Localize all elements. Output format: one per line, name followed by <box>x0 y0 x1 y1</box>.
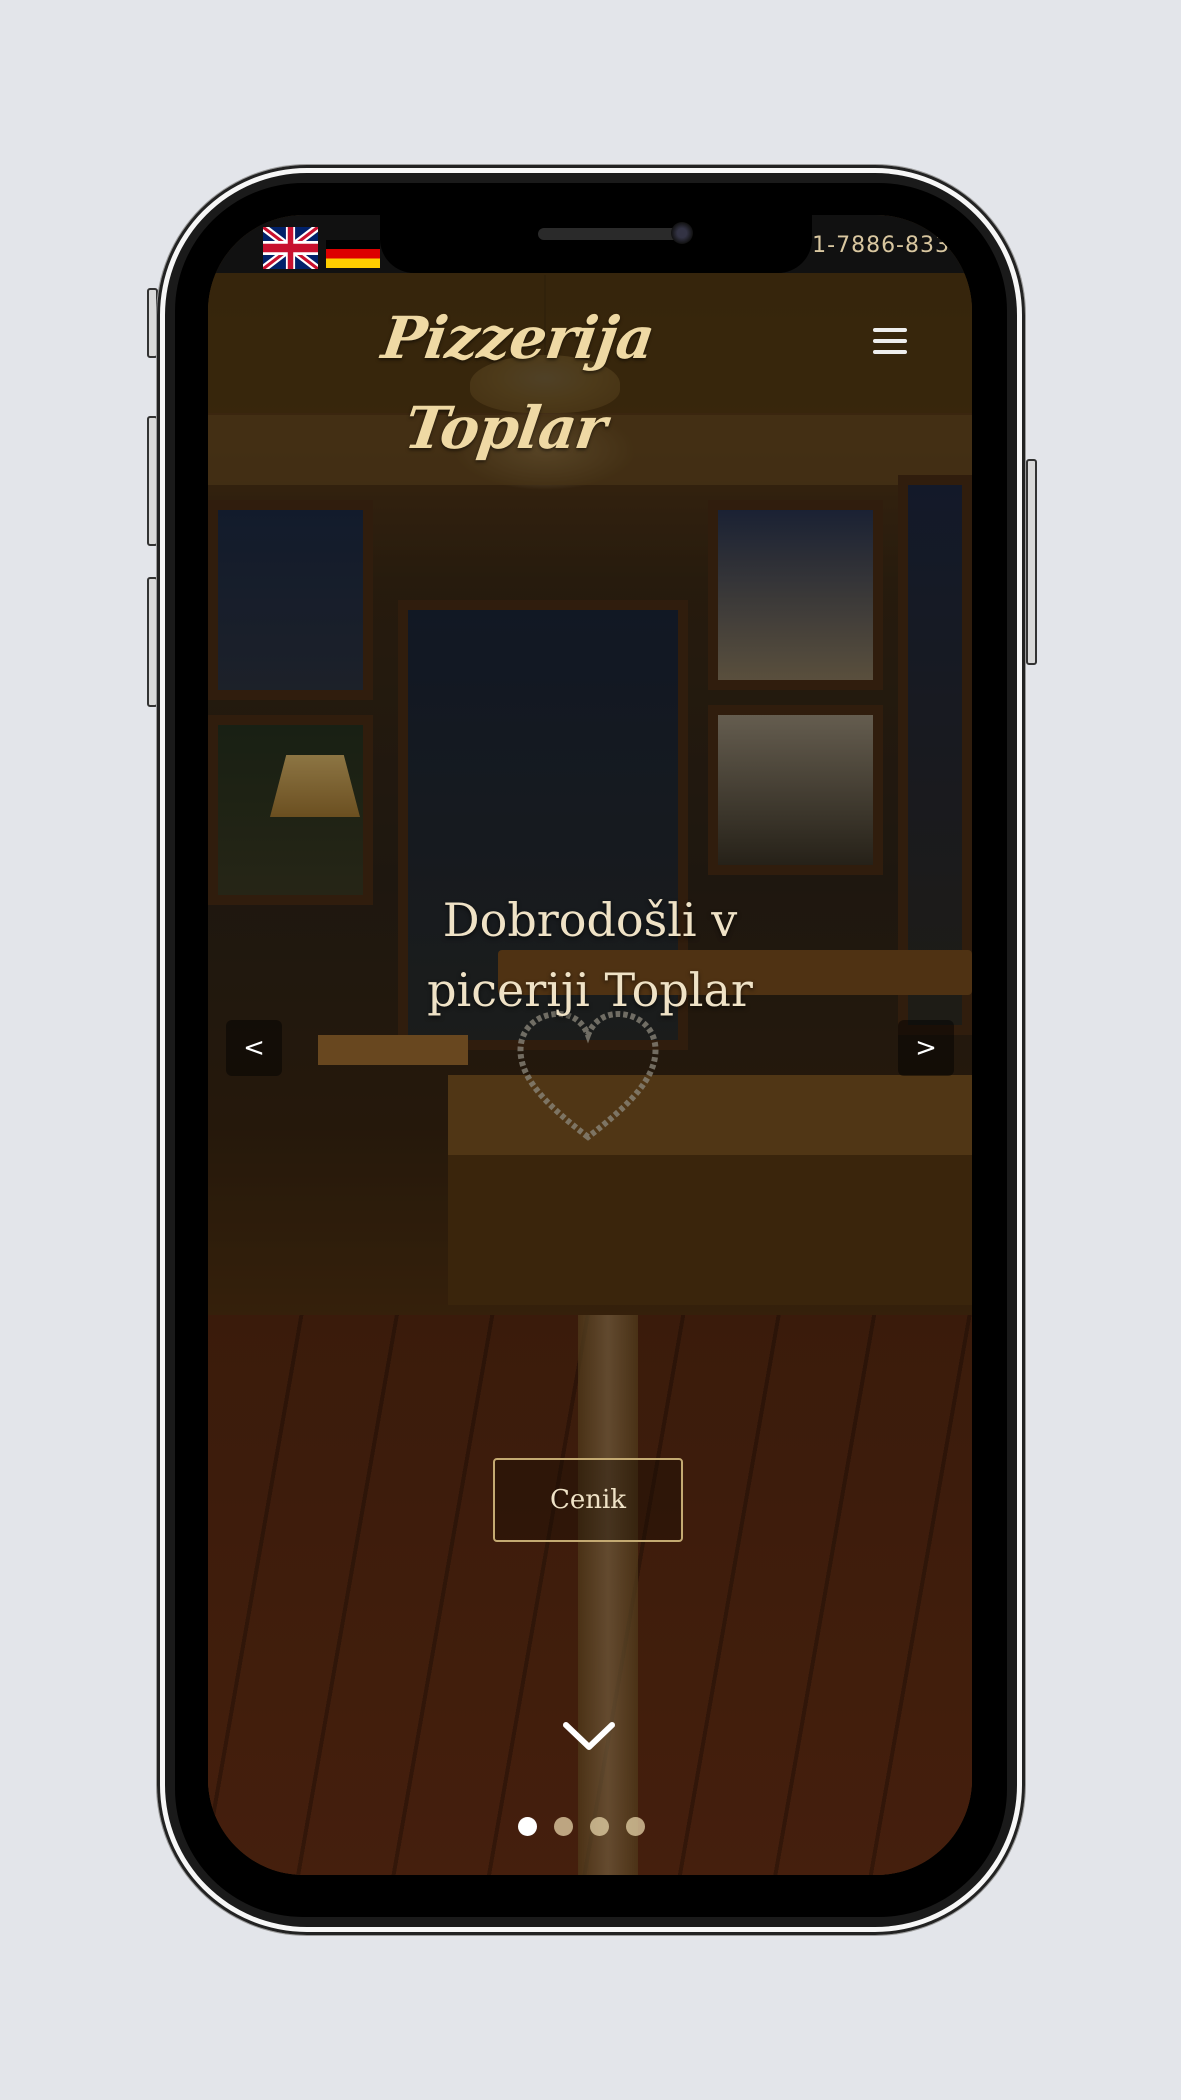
cenik-button[interactable]: Cenik <box>493 1458 683 1542</box>
hero-title-line-1: Dobrodošli v <box>442 893 738 947</box>
earpiece-speaker <box>538 228 683 240</box>
germany-flag-icon[interactable] <box>326 240 380 268</box>
status-bar: 01-7886-833 <box>208 215 972 273</box>
carousel-dot-3[interactable] <box>590 1817 609 1836</box>
menu-bar <box>873 328 907 332</box>
menu-bar <box>873 350 907 354</box>
carousel-prev-button[interactable]: < <box>226 1020 282 1076</box>
hamburger-menu-icon[interactable] <box>873 328 907 358</box>
site-header: Pizzerija Toplar <box>208 273 972 462</box>
notch <box>380 215 812 273</box>
front-camera <box>671 222 693 244</box>
carousel-next-button[interactable]: > <box>898 1020 954 1076</box>
power-button <box>1026 459 1037 665</box>
carousel-dot-4[interactable] <box>626 1817 645 1836</box>
carousel-indicators <box>518 1817 658 1837</box>
phone-number[interactable]: 01-7886-833 <box>797 233 950 258</box>
uk-flag-icon[interactable] <box>263 227 318 269</box>
hero-title-line-2: piceriji Toplar <box>427 963 753 1017</box>
carousel-dot-2[interactable] <box>554 1817 573 1836</box>
phone-screen: 01-7886-833 Pizzerija Toplar Dobrodošli … <box>208 215 972 1875</box>
site-logo[interactable]: Pizzerija Toplar <box>312 293 725 462</box>
hero-title: Dobrodošli v piceriji Toplar <box>208 885 972 1025</box>
carousel-dot-1[interactable] <box>518 1817 537 1836</box>
menu-bar <box>873 339 907 343</box>
chevron-down-icon[interactable] <box>560 1715 618 1755</box>
